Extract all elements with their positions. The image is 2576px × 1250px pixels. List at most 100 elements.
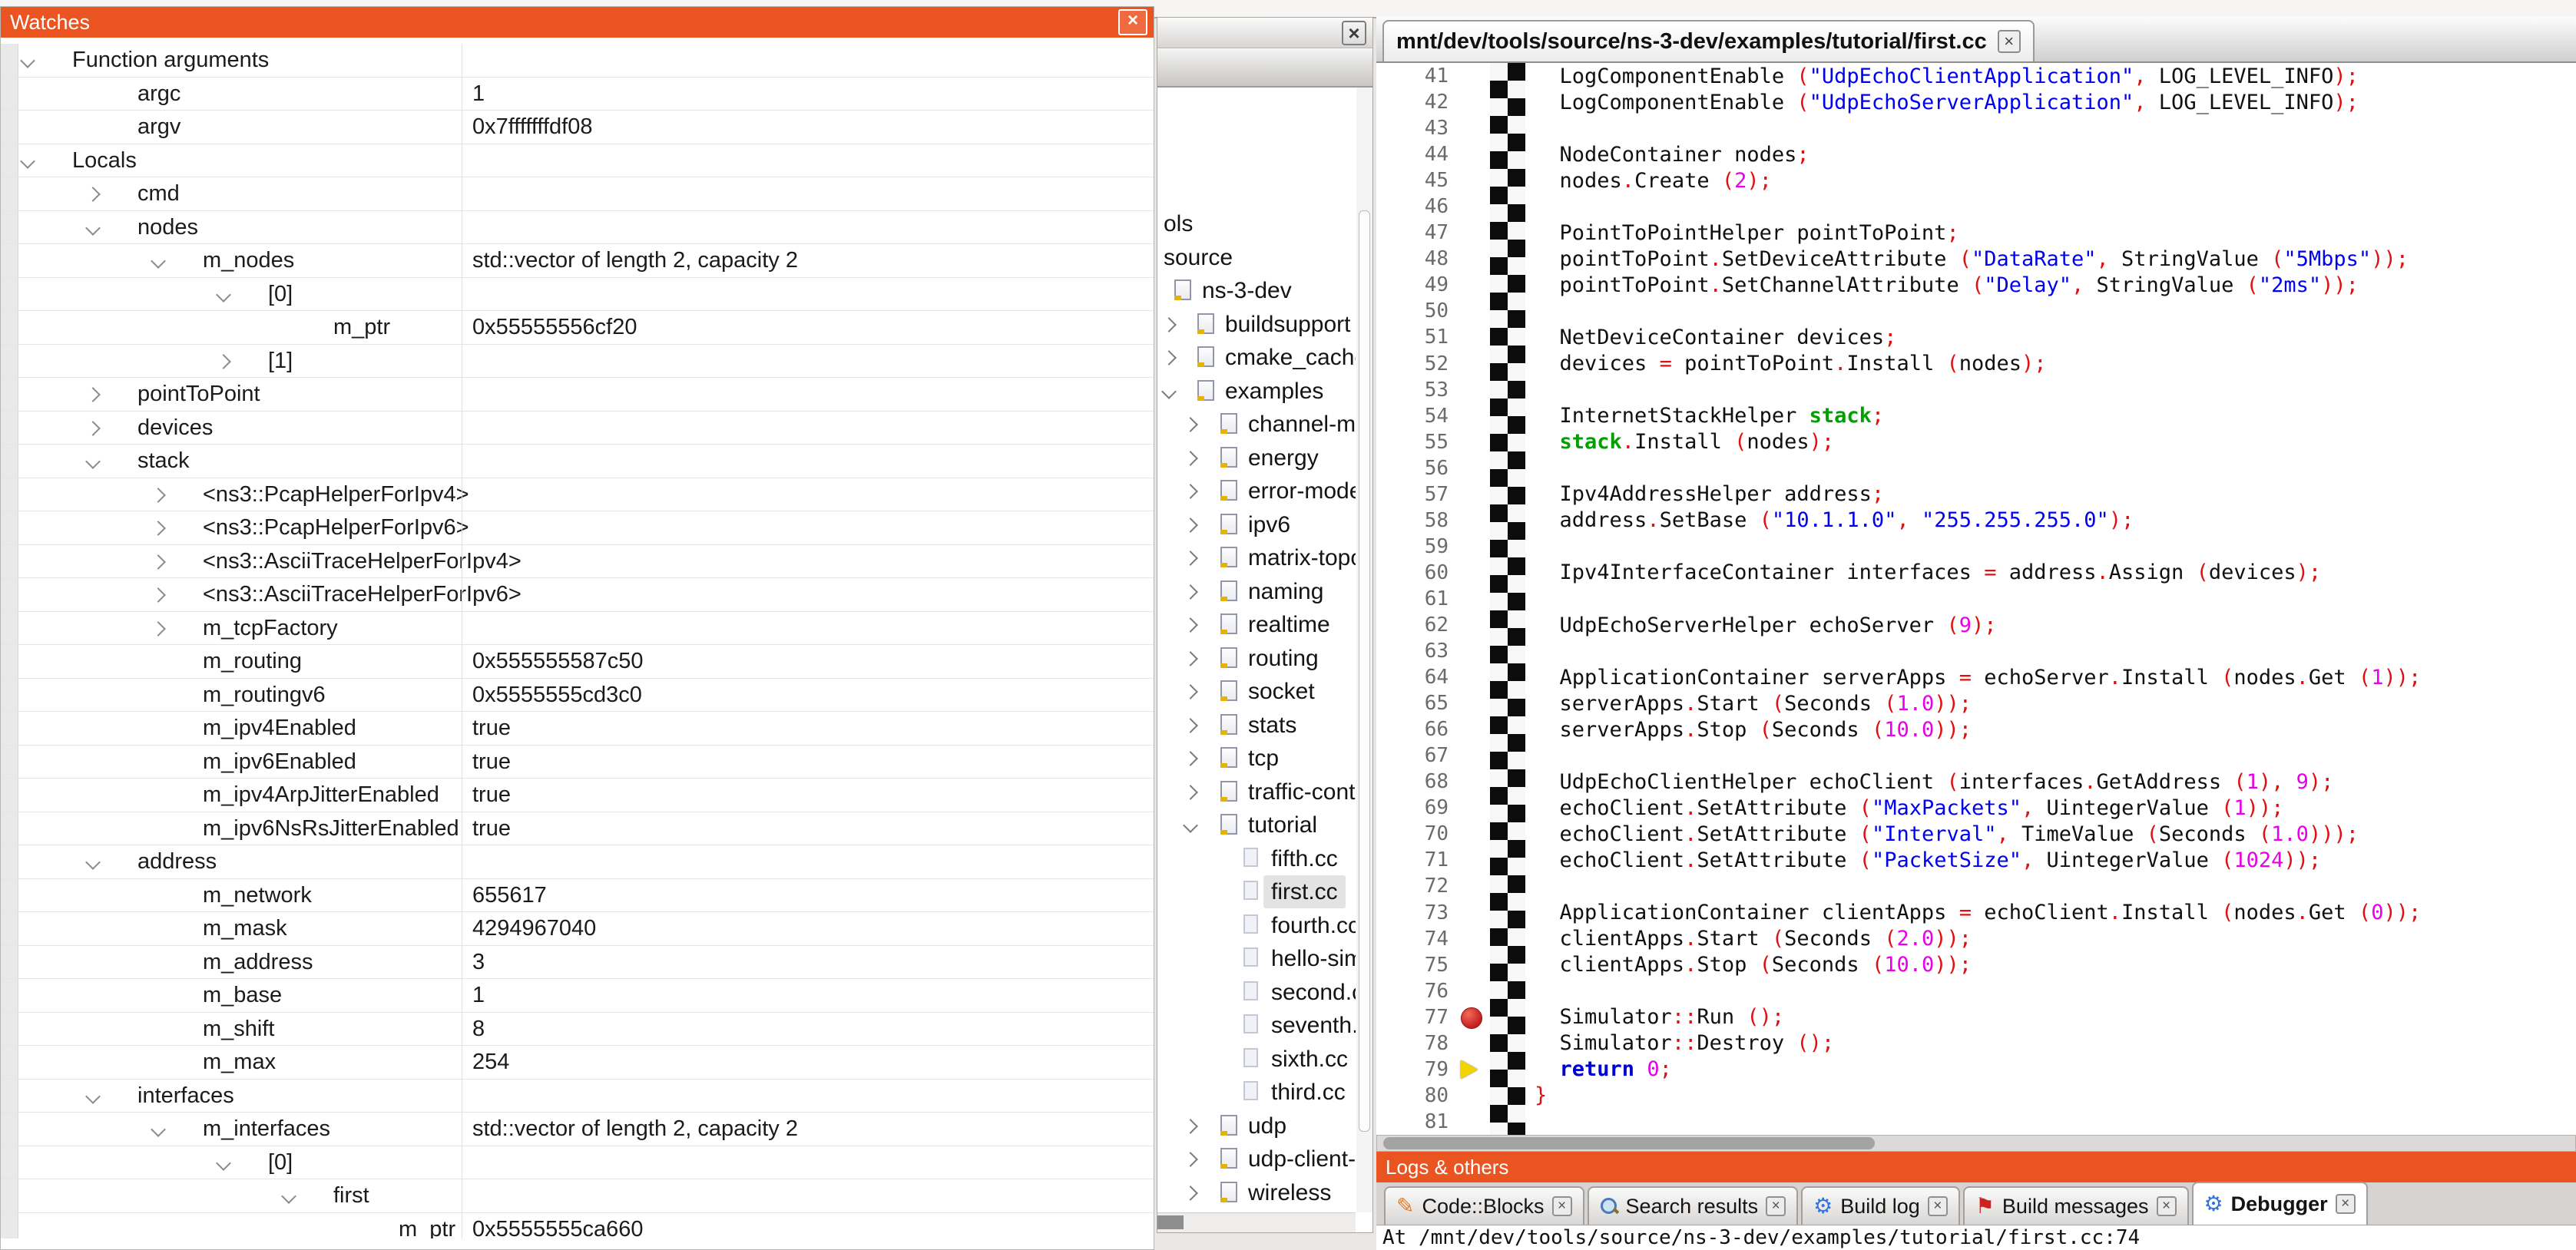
tree-item-label[interactable]: cmake_cache (1225, 341, 1356, 374)
watch-row[interactable]: Function arguments (1, 44, 1154, 78)
chevron-right-icon[interactable] (1183, 1152, 1198, 1167)
watch-value[interactable]: 1 (472, 78, 1151, 110)
tree-item[interactable]: error-model (1157, 475, 1356, 508)
breakpoint-margin[interactable] (1456, 324, 1490, 350)
chevron-right-icon[interactable] (1183, 584, 1198, 600)
close-icon[interactable]: × (1998, 30, 2021, 53)
chevron-right-icon[interactable] (151, 521, 166, 536)
chevron-down-icon[interactable] (85, 220, 101, 236)
chevron-down-icon[interactable] (281, 1189, 296, 1204)
tree-item[interactable]: third.cc (1157, 1076, 1356, 1109)
chevron-right-icon[interactable] (1183, 684, 1198, 699)
watch-row[interactable]: argv0x7fffffffdf08 (1, 111, 1154, 144)
tree-item[interactable]: naming (1157, 575, 1356, 609)
tree-vertical-scrollbar-thumb[interactable] (1359, 210, 1370, 1132)
watch-row[interactable]: cmd (1, 177, 1154, 211)
breakpoint-margin[interactable] (1456, 586, 1490, 612)
watch-row[interactable]: m_routingv60x5555555cd3c0 (1, 679, 1154, 713)
watch-value[interactable]: 0x55555556cf20 (472, 311, 1151, 343)
tree-item[interactable]: ns-3-dev (1157, 274, 1356, 308)
watch-row[interactable]: m_network655617 (1, 879, 1154, 913)
chevron-down-icon[interactable] (216, 1156, 231, 1171)
watch-row[interactable]: devices (1, 412, 1154, 445)
close-icon[interactable]: × (1342, 21, 1366, 45)
watch-row[interactable]: <ns3::AsciiTraceHelperForIpv6> (1, 578, 1154, 612)
chevron-right-icon[interactable] (85, 421, 101, 436)
chevron-right-icon[interactable] (1183, 651, 1198, 666)
watches-titlebar[interactable]: Watches × (1, 7, 1154, 38)
breakpoint-margin[interactable] (1456, 272, 1490, 298)
breakpoint-margin[interactable] (1456, 89, 1490, 115)
breakpoint-margin[interactable] (1456, 1004, 1490, 1030)
chevron-right-icon[interactable] (1183, 417, 1198, 432)
chevron-right-icon[interactable] (1183, 617, 1198, 633)
breakpoint-margin[interactable] (1456, 952, 1490, 978)
watch-value[interactable]: true (472, 779, 1151, 811)
tree-item-label[interactable]: energy (1248, 441, 1319, 475)
breakpoint-margin[interactable] (1456, 534, 1490, 560)
tree-item[interactable]: fourth.cc (1157, 909, 1356, 943)
tree-item[interactable]: udp (1157, 1109, 1356, 1143)
watch-row[interactable]: interfaces (1, 1080, 1154, 1113)
logs-tab-search-results[interactable]: Search results× (1588, 1186, 1799, 1225)
tree-item[interactable]: realtime (1157, 608, 1356, 642)
tree-item-label[interactable]: error-model (1248, 475, 1356, 508)
breakpoint-margin[interactable] (1456, 455, 1490, 481)
editor-horizontal-scrollbar[interactable] (1376, 1135, 2576, 1152)
chevron-right-icon[interactable] (1183, 751, 1198, 766)
tree-item-label[interactable]: wireless (1248, 1176, 1331, 1209)
watch-row[interactable]: m_max254 (1, 1046, 1154, 1080)
watch-value[interactable]: 3 (472, 946, 1151, 978)
chevron-right-icon[interactable] (1183, 451, 1198, 466)
watch-row[interactable]: m_base1 (1, 979, 1154, 1013)
breakpoint-margin[interactable] (1456, 1083, 1490, 1109)
tree-item[interactable]: fifth.cc (1157, 842, 1356, 876)
chevron-right-icon[interactable] (1183, 718, 1198, 733)
watch-value[interactable]: 0x5555555cd3c0 (472, 679, 1151, 711)
code-area[interactable]: 41 LogComponentEnable ("UdpEchoClientApp… (1376, 63, 2576, 1135)
tree-item-label[interactable]: stats (1248, 709, 1296, 742)
chevron-down-icon[interactable] (216, 287, 231, 303)
watch-row[interactable]: m_routing0x555555587c50 (1, 645, 1154, 679)
watch-row[interactable]: m_ptr0x5555555ca660 (1, 1213, 1154, 1239)
breakpoint-margin[interactable] (1456, 63, 1490, 89)
tree-item-label[interactable]: channel-mod (1248, 408, 1356, 441)
watch-row[interactable]: address (1, 845, 1154, 879)
watch-row[interactable]: Locals (1, 144, 1154, 178)
logs-tab-build-messages[interactable]: ⚑Build messages× (1963, 1186, 2189, 1225)
watch-row[interactable]: m_address3 (1, 946, 1154, 980)
chevron-right-icon[interactable] (1161, 317, 1177, 332)
chevron-right-icon[interactable] (1161, 350, 1177, 365)
tree-item[interactable]: ipv6 (1157, 508, 1356, 542)
tree-item[interactable]: routing (1157, 642, 1356, 676)
tree-item-label[interactable]: tutorial (1248, 809, 1317, 842)
tree-item[interactable]: seventh.cc (1157, 1009, 1356, 1043)
tree-horizontal-scrollbar[interactable] (1157, 1212, 1356, 1232)
watch-row[interactable]: <ns3::PcapHelperForIpv6> (1, 511, 1154, 545)
breakpoint-margin[interactable] (1456, 1057, 1490, 1083)
breakpoint-margin[interactable] (1456, 1030, 1490, 1057)
breakpoint-margin[interactable] (1456, 351, 1490, 377)
breakpoint-margin[interactable] (1456, 377, 1490, 403)
watch-row[interactable]: m_mask4294967040 (1, 912, 1154, 946)
tree-item-label[interactable]: hello-simul (1271, 942, 1356, 975)
tree-item-label[interactable]: third.cc (1271, 1076, 1346, 1109)
tree-item[interactable]: cmake_cache (1157, 341, 1356, 375)
watch-row[interactable]: nodes (1, 211, 1154, 245)
breakpoint-margin[interactable] (1456, 220, 1490, 246)
tree-item-label[interactable]: second.cc (1271, 976, 1356, 1009)
chevron-right-icon[interactable] (216, 354, 231, 369)
breakpoint-margin[interactable] (1456, 246, 1490, 272)
watch-row[interactable]: first (1, 1179, 1154, 1213)
breakpoint-icon[interactable] (1461, 1007, 1482, 1029)
close-icon[interactable]: × (1766, 1196, 1786, 1216)
watch-row[interactable]: stack (1, 445, 1154, 478)
tree-item-label[interactable]: routing (1248, 642, 1319, 675)
chevron-down-icon[interactable] (85, 855, 101, 870)
watch-value[interactable]: 0x555555587c50 (472, 645, 1151, 677)
tree-item[interactable]: first.cc (1157, 875, 1356, 909)
chevron-down-icon[interactable] (1183, 818, 1198, 833)
watch-row[interactable]: m_ptr0x55555556cf20 (1, 311, 1154, 345)
close-icon[interactable]: × (1928, 1196, 1948, 1216)
logs-tab-debugger[interactable]: ⚙Debugger× (2192, 1182, 2368, 1225)
